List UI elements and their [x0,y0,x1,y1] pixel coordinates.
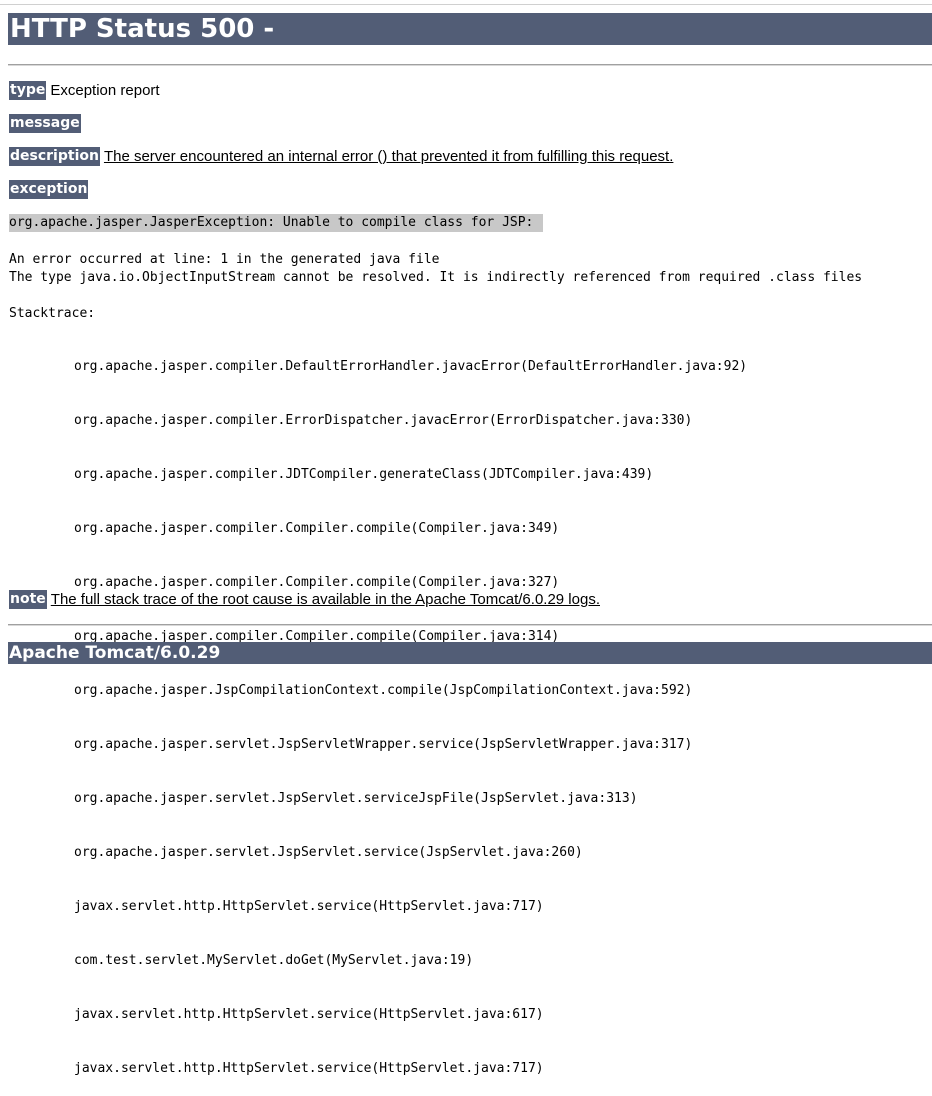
note-row: note The full stack trace of the root cau… [9,590,600,610]
stacktrace-line: javax.servlet.http.HttpServlet.service(H… [74,899,544,914]
divider-bottom [8,624,932,626]
type-value: Exception report [50,82,160,99]
stacktrace-line: com.test.servlet.MyServlet.doGet(MyServl… [74,953,474,968]
stacktrace-line: org.apache.jasper.JspCompilationContext.… [74,683,693,698]
server-footer: Apache Tomcat/6.0.29 [8,642,932,664]
message-label: message [9,114,81,133]
stacktrace-list: org.apache.jasper.compiler.DefaultErrorH… [74,322,747,1096]
note-value: The full stack trace of the root cause i… [50,591,600,608]
stacktrace-line: org.apache.jasper.compiler.JDTCompiler.g… [74,467,654,482]
description-label: description [9,147,100,166]
description-row: description The server encountered an int… [9,147,673,167]
stacktrace-line: org.apache.jasper.compiler.ErrorDispatch… [74,413,693,428]
stacktrace-line: org.apache.jasper.servlet.JspServletWrap… [74,737,693,752]
exception-line-1: An error occurred at line: 1 in the gene… [9,252,440,267]
stacktrace-line: javax.servlet.http.HttpServlet.service(H… [74,1061,544,1076]
exception-line-2: The type java.io.ObjectInputStream canno… [9,270,863,285]
exception-summary: org.apache.jasper.JasperException: Unabl… [9,214,544,232]
stacktrace-label: Stacktrace: [9,306,96,321]
stacktrace-line: org.apache.jasper.compiler.Compiler.comp… [74,521,560,536]
description-value: The server encountered an internal error… [103,148,674,165]
message-row: message [9,114,85,134]
page-title: HTTP Status 500 - [8,13,932,45]
type-row: type Exception report [9,81,160,101]
stacktrace-line: org.apache.jasper.compiler.DefaultErrorH… [74,359,748,374]
type-label: type [9,81,47,100]
top-divider [0,4,932,5]
stacktrace-line: org.apache.jasper.servlet.JspServlet.ser… [74,845,583,860]
exception-row: exception [9,180,89,200]
stacktrace-line: javax.servlet.http.HttpServlet.service(H… [74,1007,544,1022]
note-label: note [9,590,47,609]
divider-top [8,64,932,66]
stacktrace-line: org.apache.jasper.servlet.JspServlet.ser… [74,791,638,806]
exception-label: exception [9,180,89,199]
